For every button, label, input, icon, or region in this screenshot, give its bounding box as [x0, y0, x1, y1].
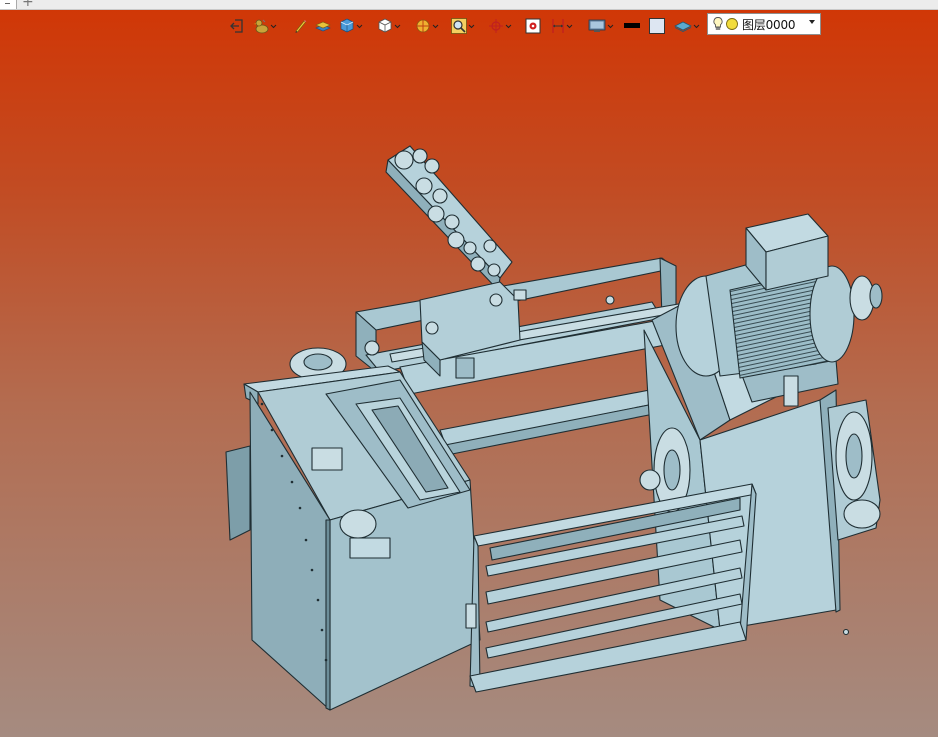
- yellow-circle-icon: [726, 18, 738, 30]
- dimension-icon: [552, 19, 564, 33]
- measure-button[interactable]: [551, 17, 573, 35]
- pan-button[interactable]: [488, 17, 512, 35]
- display-mode-button[interactable]: [588, 17, 614, 35]
- dropdown-arrow-icon: [809, 20, 815, 24]
- exit-button[interactable]: [229, 17, 245, 35]
- exit-icon: [230, 19, 243, 33]
- chevron-down-icon: [693, 24, 700, 28]
- mascot-button[interactable]: [253, 17, 277, 35]
- chevron-down-icon: [505, 24, 512, 28]
- new-tab-button[interactable]: +: [22, 0, 34, 9]
- machine-model[interactable]: [225, 145, 883, 711]
- lightbulb-icon: [713, 17, 723, 30]
- chevron-down-icon: [607, 24, 614, 28]
- layer-name: 图层0000: [742, 17, 796, 32]
- target-icon: [525, 18, 541, 34]
- chevron-down-icon: [566, 24, 573, 28]
- chevron-down-icon: [394, 24, 401, 28]
- shaded-view-button[interactable]: [339, 17, 363, 35]
- fill-color-button[interactable]: [648, 17, 666, 35]
- standard-view-button[interactable]: [377, 17, 401, 35]
- fit-view-button[interactable]: [525, 17, 541, 35]
- duck-icon: [253, 19, 269, 34]
- tab-strip: +: [0, 0, 938, 10]
- document-tab[interactable]: [0, 0, 17, 9]
- chevron-down-icon: [432, 24, 439, 28]
- line-color-button[interactable]: [623, 17, 641, 35]
- cube-blue-icon: [340, 18, 354, 33]
- section-view-button[interactable]: [415, 17, 439, 35]
- display-icon: [588, 19, 606, 32]
- chevron-down-icon: [356, 24, 363, 28]
- layers-button[interactable]: [315, 17, 331, 35]
- layers-icon: [315, 21, 331, 32]
- section-icon: [416, 19, 430, 33]
- plane-icon: [674, 21, 692, 32]
- layer-select[interactable]: 图层0000: [707, 13, 821, 35]
- black-color-icon: [624, 23, 640, 28]
- crosshair-icon: [489, 19, 503, 33]
- work-plane-button[interactable]: [674, 17, 700, 35]
- sketch-button[interactable]: [293, 17, 307, 35]
- cube-white-icon: [378, 18, 392, 33]
- zoom-icon: [451, 18, 467, 34]
- zoom-button[interactable]: [451, 17, 475, 35]
- chevron-down-icon: [468, 24, 475, 28]
- 3d-viewport[interactable]: [0, 0, 938, 737]
- light-color-icon: [649, 18, 665, 34]
- chevron-down-icon: [270, 24, 277, 28]
- pencil-icon: [295, 20, 307, 33]
